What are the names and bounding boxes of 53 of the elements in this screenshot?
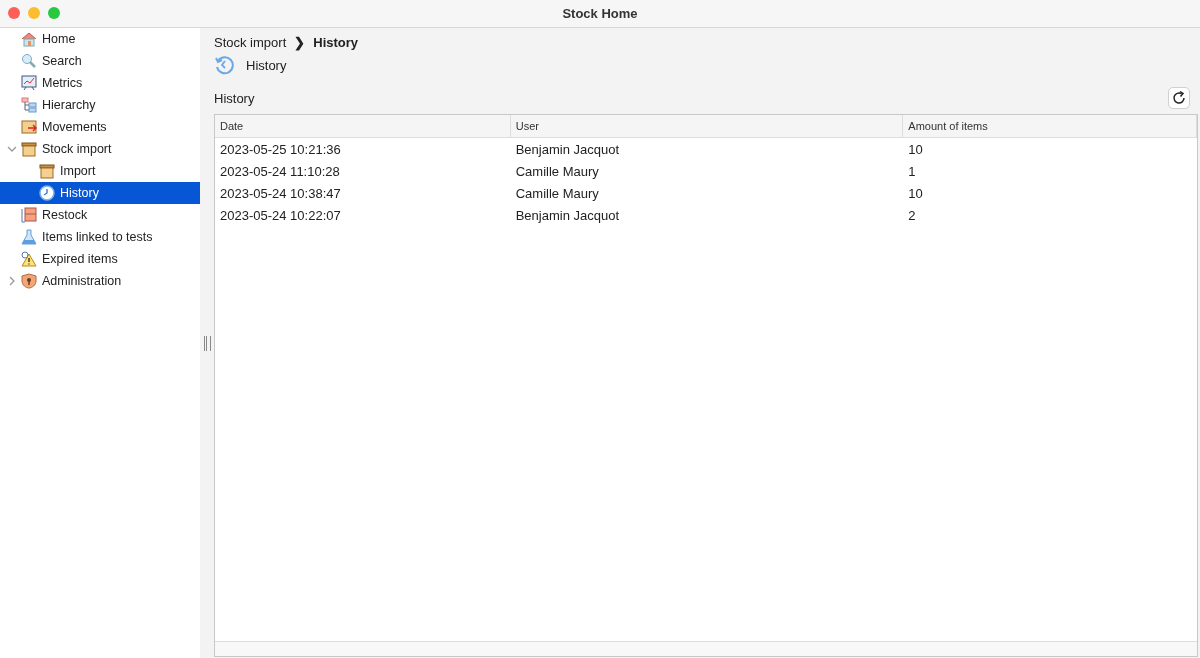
chevron-down-icon[interactable] [7,144,17,154]
flask-icon [21,229,37,245]
history-icon [214,55,234,75]
column-header[interactable]: Date [215,115,511,137]
chart-board-icon [21,75,37,91]
warning-icon [21,251,37,267]
sidebar-item[interactable]: Metrics [0,72,200,94]
refresh-button[interactable] [1168,87,1190,109]
table-cell-text: 2023-05-24 11:10:28 [219,162,341,181]
sidebar-item[interactable]: Restock [0,204,200,226]
sidebar-item[interactable]: Import [0,160,200,182]
breadcrumb-link[interactable]: Stock import [214,35,287,50]
horizontal-scrollbar[interactable] [215,641,1197,656]
column-header[interactable]: User [510,115,904,137]
table-cell-text: 1 [907,162,917,181]
minimize-button[interactable] [28,7,40,19]
breadcrumb-current: History [313,35,359,50]
refresh-icon [1171,90,1187,106]
clock-icon [39,185,55,201]
house-icon [21,31,37,47]
close-button[interactable] [8,7,20,19]
box-icon [21,141,37,157]
sidebar-item[interactable]: Administration [0,270,200,292]
hierarchy-icon [21,97,37,113]
column-header[interactable]: Amount of items [903,115,1197,137]
magnifier-icon [21,53,37,69]
table-cell-text: 2 [907,206,917,225]
table-cell-text: Benjamin Jacquot [514,140,621,159]
shield-icon [21,273,37,289]
table-cell-text: Camille Maury [514,184,600,203]
table-cell-text: Benjamin Jacquot [514,206,621,225]
page-heading: History [246,57,287,73]
sidebar-item[interactable]: Home [0,28,200,50]
table-cell-text: 10 [907,184,924,203]
table-cell-text: 2023-05-24 10:22:07 [219,206,342,225]
table-cell-text: Camille Maury [514,162,600,181]
table-cell-text: 2023-05-25 10:21:36 [219,140,342,159]
sidebar-item[interactable]: Stock import [0,138,200,160]
sidebar-item[interactable]: Hierarchy [0,94,200,116]
section-title: History [214,90,255,106]
breadcrumb-separator: ❯ [294,35,306,50]
window-title: Stock Home [562,6,638,21]
sidebar-item[interactable]: Expired items [0,248,200,270]
zoom-button[interactable] [48,7,60,19]
table-cell-text: 2023-05-24 10:38:47 [219,184,342,203]
sidebar-item[interactable]: Search [0,50,200,72]
box-icon [39,163,55,179]
sidebar-item[interactable]: History [0,182,200,204]
sidebar-item[interactable]: Items linked to tests [0,226,200,248]
chevron-right-icon[interactable] [7,276,17,286]
sidebar-item[interactable]: Movements [0,116,200,138]
cabinet-icon [21,207,37,223]
table-cell-text: 10 [907,140,924,159]
